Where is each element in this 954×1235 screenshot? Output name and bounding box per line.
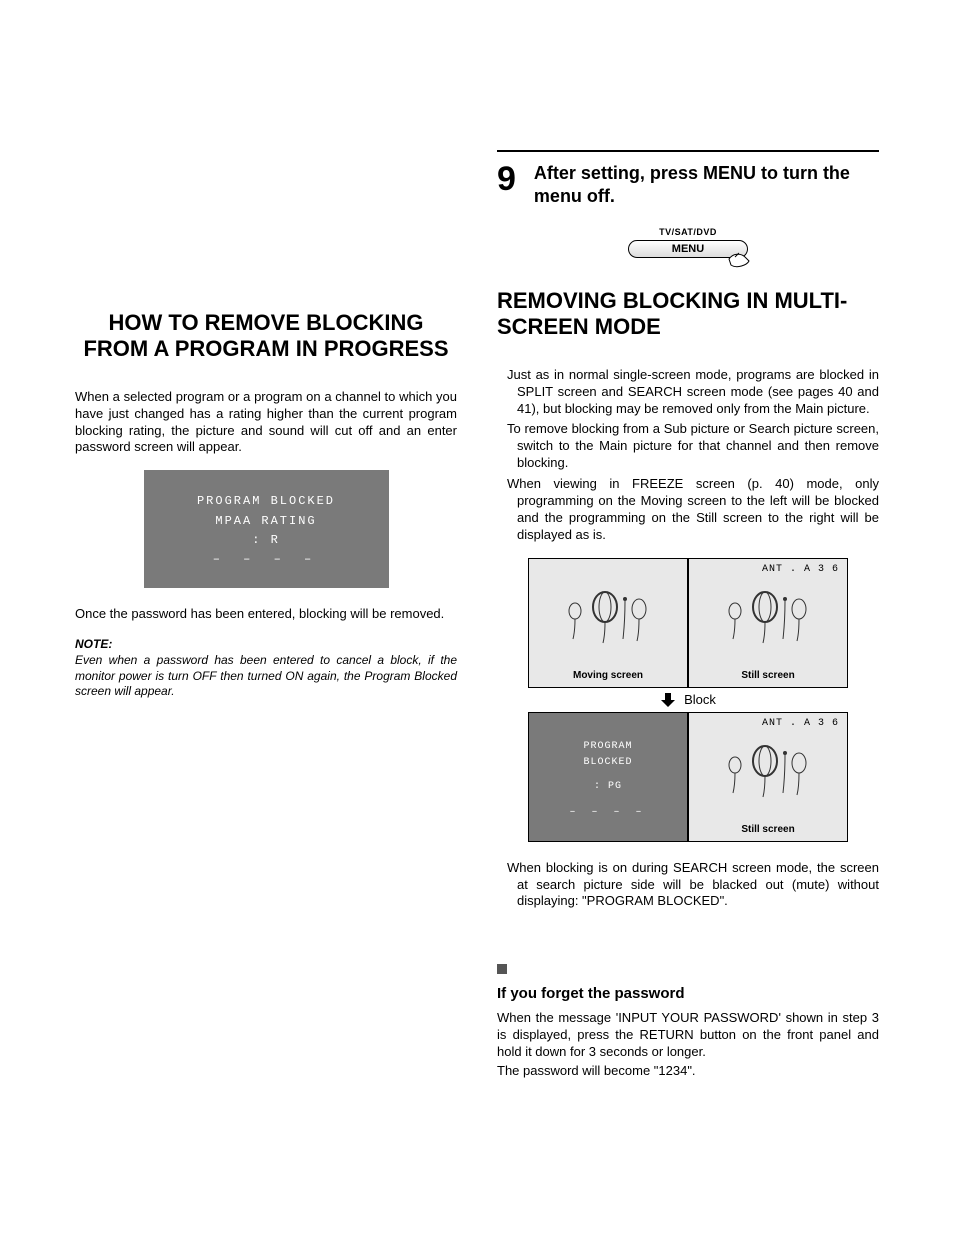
balloons-icon: [689, 591, 847, 646]
dia-still-label-top: Still screen: [689, 670, 847, 681]
finger-press-icon: [727, 249, 753, 271]
blocked-line1: PROGRAM: [529, 739, 687, 755]
balloons-icon: [689, 745, 847, 800]
dia-still-cell-bottom: ANT . A 3 6: [688, 712, 848, 842]
forgot-heading: If you forget the password: [497, 985, 879, 1002]
dia-still-label-bottom: Still screen: [689, 824, 847, 835]
forgot-p1: When the message 'INPUT YOUR PASSWORD' s…: [497, 1010, 879, 1061]
rlist-i2: To remove blocking from a Sub picture or…: [507, 421, 879, 472]
step-9: 9 After setting, press MENU to turn the …: [497, 150, 879, 207]
menu-button-illustration: TV/SAT/DVD MENU: [628, 227, 748, 258]
rlist-i3: When viewing in FREEZE screen (p. 40) mo…: [507, 476, 879, 544]
block-label: Block: [684, 692, 716, 707]
blocked-dashes: – – – –: [529, 795, 687, 821]
forgot-p2: The password will become "1234".: [497, 1063, 879, 1080]
blocked-line2: BLOCKED: [529, 755, 687, 771]
down-arrow-icon: [660, 692, 676, 708]
osd-program-blocked: PROGRAM BLOCKED MPAA RATING : R – – – –: [144, 470, 389, 588]
left-p1: When a selected program or a program on …: [75, 389, 457, 457]
multi-screen-diagram: Moving screen ANT . A 3 6: [528, 558, 848, 842]
left-heading: HOW TO REMOVE BLOCKING FROM A PROGRAM IN…: [75, 310, 457, 363]
note-label: NOTE:: [75, 637, 457, 651]
menu-button-top-label: TV/SAT/DVD: [628, 227, 748, 237]
block-arrow-row: Block: [528, 688, 848, 712]
dia-still-cell-top: ANT . A 3 6: [688, 558, 848, 688]
dia-ant-label-bottom: ANT . A 3 6: [762, 718, 839, 729]
menu-button-label: MENU: [672, 243, 704, 255]
left-column: HOW TO REMOVE BLOCKING FROM A PROGRAM IN…: [75, 150, 457, 1094]
left-p2: Once the password has been entered, bloc…: [75, 606, 457, 623]
osd-line3: : R: [144, 531, 389, 550]
right-heading: REMOVING BLOCKING IN MULTI-SCREEN MODE: [497, 288, 879, 341]
step-text: After setting, press MENU to turn the me…: [534, 162, 879, 207]
note-body: Even when a password has been entered to…: [75, 653, 457, 700]
osd-line2: MPAA RATING: [144, 512, 389, 531]
dia-ant-label-top: ANT . A 3 6: [762, 564, 839, 575]
rlist-i1: Just as in normal single-screen mode, pr…: [507, 367, 879, 418]
dia-moving-label: Moving screen: [529, 670, 687, 681]
after-diagram-p: When blocking is on during SEARCH screen…: [507, 860, 879, 911]
dia-blocked-cell: PROGRAM BLOCKED : PG – – – –: [528, 712, 688, 842]
right-column: 9 After setting, press MENU to turn the …: [497, 150, 879, 1094]
dia-moving-cell: Moving screen: [528, 558, 688, 688]
square-bullet-icon: [497, 964, 507, 974]
right-list: Just as in normal single-screen mode, pr…: [497, 367, 879, 544]
step-number: 9: [497, 162, 516, 207]
osd-dashes: – – – –: [144, 550, 389, 569]
osd-line1: PROGRAM BLOCKED: [144, 492, 389, 511]
menu-button: MENU: [628, 240, 748, 258]
after-diagram-note: When blocking is on during SEARCH screen…: [497, 860, 879, 911]
blocked-rating: : PG: [529, 779, 687, 795]
balloons-icon: [529, 591, 687, 646]
